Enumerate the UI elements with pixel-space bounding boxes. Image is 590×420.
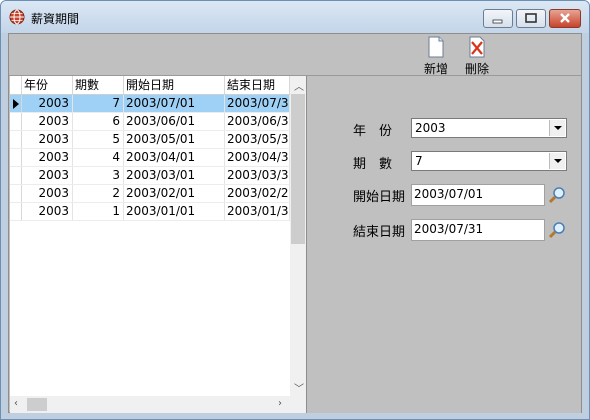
end-date-value: 2003/07/31	[414, 222, 484, 236]
chevron-down-icon[interactable]	[549, 153, 565, 169]
column-header-end-date[interactable]: 結束日期	[225, 76, 290, 94]
toolbar: 新增 刪除	[9, 34, 581, 76]
vertical-scrollbar[interactable]: ︿ ﹀	[290, 76, 306, 396]
cell-year[interactable]: 2003	[22, 149, 73, 166]
table-row[interactable]: 2003 2 2003/02/01 2003/02/28	[10, 185, 290, 203]
year-label: 年 份	[353, 124, 393, 139]
cell-start-date[interactable]: 2003/03/01	[124, 167, 225, 184]
chevron-down-icon[interactable]	[549, 120, 565, 136]
period-select-value: 7	[415, 154, 423, 168]
cell-period[interactable]: 3	[73, 167, 124, 184]
cell-end-date[interactable]: 2003/04/30	[225, 149, 290, 166]
cell-year[interactable]: 2003	[22, 113, 73, 130]
cell-end-date[interactable]: 2003/07/31	[225, 95, 290, 112]
cell-end-date[interactable]: 2003/02/28	[225, 185, 290, 202]
table-row[interactable]: 2003 1 2003/01/01 2003/01/31	[10, 203, 290, 221]
period-select[interactable]: 7	[411, 151, 567, 171]
minimize-button[interactable]	[483, 9, 513, 28]
delete-button[interactable]: 刪除	[457, 36, 497, 76]
scrollbar-corner	[290, 396, 306, 413]
current-row-arrow-icon	[13, 99, 19, 109]
table-row[interactable]: 2003 6 2003/06/01 2003/06/30	[10, 113, 290, 131]
cell-period[interactable]: 2	[73, 185, 124, 202]
scroll-left-icon[interactable]: ‹	[14, 398, 18, 409]
horizontal-scrollbar[interactable]: ‹ ›	[10, 396, 290, 413]
cell-year[interactable]: 2003	[22, 167, 73, 184]
year-select-value: 2003	[415, 121, 446, 135]
row-indicator[interactable]	[10, 113, 22, 130]
cell-period[interactable]: 7	[73, 95, 124, 112]
scroll-down-icon[interactable]: ﹀	[294, 380, 304, 395]
cell-period[interactable]: 5	[73, 131, 124, 148]
year-select[interactable]: 2003	[411, 118, 567, 138]
cell-start-date[interactable]: 2003/07/01	[124, 95, 225, 112]
search-icon[interactable]	[547, 185, 567, 205]
new-button[interactable]: 新增	[416, 36, 456, 76]
row-indicator[interactable]	[10, 203, 22, 220]
period-grid[interactable]: 年份 期數 開始日期 結束日期 2003 7 2003/07/01 2003/07/3…	[10, 76, 307, 413]
column-header-year[interactable]: 年份	[22, 76, 73, 94]
scroll-right-icon[interactable]: ›	[278, 398, 282, 409]
delete-document-icon	[469, 36, 485, 58]
cell-period[interactable]: 4	[73, 149, 124, 166]
row-indicator[interactable]	[10, 95, 22, 112]
column-header-period[interactable]: 期數	[73, 76, 124, 94]
row-indicator[interactable]	[10, 167, 22, 184]
cell-start-date[interactable]: 2003/04/01	[124, 149, 225, 166]
column-header-start-date[interactable]: 開始日期	[124, 76, 225, 94]
cell-period[interactable]: 6	[73, 113, 124, 130]
vertical-scroll-thumb[interactable]	[291, 94, 305, 244]
detail-form: 年 份 2003 期 數 7 開始日期 2003/07/01 結束日期 2003…	[307, 76, 581, 413]
row-indicator[interactable]	[10, 131, 22, 148]
start-date-field[interactable]: 2003/07/01	[411, 184, 545, 206]
start-date-label: 開始日期	[353, 190, 406, 205]
close-icon	[560, 13, 570, 23]
horizontal-scroll-thumb[interactable]	[27, 398, 47, 411]
window-title: 薪資期間	[31, 12, 80, 26]
cell-year[interactable]: 2003	[22, 131, 73, 148]
globe-icon	[9, 9, 25, 25]
table-row[interactable]: 2003 3 2003/03/01 2003/03/31	[10, 167, 290, 185]
client-area: 新增 刪除 年份 期數 開始日期 結束日期 2003 7 2003/07/01 200…	[8, 33, 582, 413]
row-indicator[interactable]	[10, 149, 22, 166]
row-indicator[interactable]	[10, 185, 22, 202]
start-date-value: 2003/07/01	[414, 187, 484, 201]
close-button[interactable]	[549, 9, 581, 28]
cell-year[interactable]: 2003	[22, 95, 73, 112]
table-row[interactable]: 2003 7 2003/07/01 2003/07/31	[10, 95, 290, 113]
cell-start-date[interactable]: 2003/02/01	[124, 185, 225, 202]
period-label: 期 數	[353, 157, 393, 172]
cell-end-date[interactable]: 2003/05/31	[225, 131, 290, 148]
table-row[interactable]: 2003 5 2003/05/01 2003/05/31	[10, 131, 290, 149]
cell-period[interactable]: 1	[73, 203, 124, 220]
cell-end-date[interactable]: 2003/06/30	[225, 113, 290, 130]
scroll-up-icon[interactable]: ︿	[294, 78, 304, 93]
cell-start-date[interactable]: 2003/06/01	[124, 113, 225, 130]
end-date-label: 結束日期	[353, 225, 406, 240]
cell-year[interactable]: 2003	[22, 203, 73, 220]
table-row[interactable]: 2003 4 2003/04/01 2003/04/30	[10, 149, 290, 167]
grid-header: 年份 期數 開始日期 結束日期	[10, 76, 290, 95]
minimize-icon	[492, 19, 503, 24]
new-document-icon	[428, 36, 444, 58]
cell-start-date[interactable]: 2003/05/01	[124, 131, 225, 148]
search-icon[interactable]	[547, 220, 567, 240]
end-date-field[interactable]: 2003/07/31	[411, 219, 545, 241]
cell-year[interactable]: 2003	[22, 185, 73, 202]
title-bar[interactable]: 薪資期間	[1, 1, 589, 33]
maximize-icon	[525, 13, 537, 23]
cell-end-date[interactable]: 2003/01/31	[225, 203, 290, 220]
header-indicator-cell	[10, 76, 22, 94]
cell-end-date[interactable]: 2003/03/31	[225, 167, 290, 184]
app-window: 薪資期間 新增 刪除 年份 期數 開始日期 結束日期 2003 7 2003/0…	[0, 0, 590, 420]
cell-start-date[interactable]: 2003/01/01	[124, 203, 225, 220]
maximize-button[interactable]	[516, 9, 546, 28]
